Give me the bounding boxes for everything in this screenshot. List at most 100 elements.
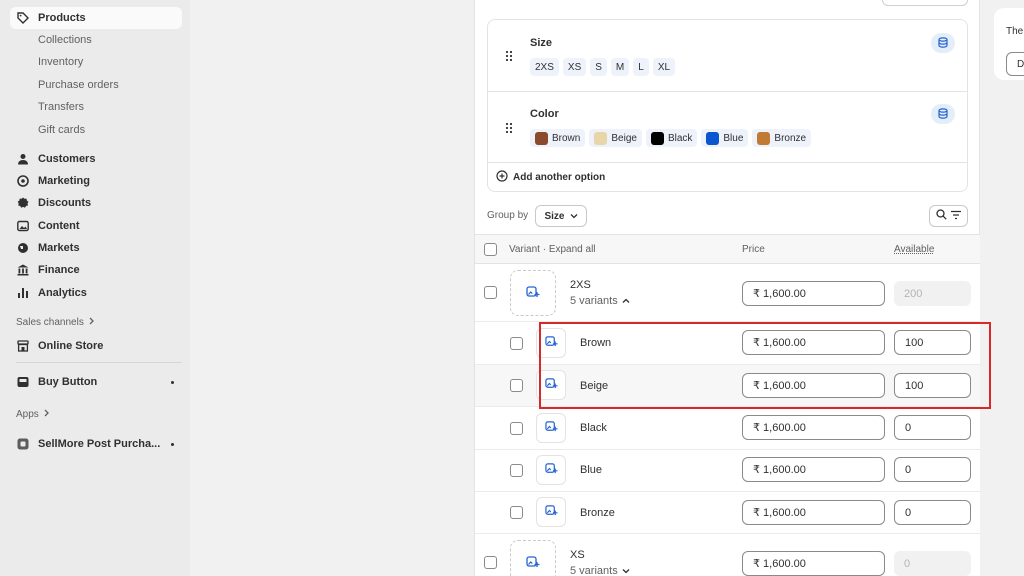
row-checkbox[interactable]: [510, 337, 523, 350]
row-checkbox[interactable]: [484, 286, 497, 299]
size-chip: XS: [562, 58, 587, 76]
sales-channels-label: Sales channels: [16, 317, 84, 328]
expand-toggle[interactable]: 5 variants: [570, 565, 630, 576]
color-chip: Beige: [589, 129, 642, 147]
sidebar-sub-transfers[interactable]: Transfers: [38, 98, 84, 116]
row-checkbox[interactable]: [510, 464, 523, 477]
price-input[interactable]: ₹ 1,600.00: [742, 457, 885, 482]
group-name: 2XS: [570, 279, 591, 291]
sidebar: Products Collections Inventory Purchase …: [0, 0, 190, 576]
group-by-label: Group by: [487, 210, 529, 221]
color-chip-label: Brown: [552, 132, 581, 144]
right-side-card: The D: [994, 8, 1024, 80]
discount-icon: [16, 196, 30, 210]
highlight-box: [539, 322, 991, 409]
option-color-title: Color: [530, 108, 559, 120]
color-swatch: [757, 131, 771, 145]
row-checkbox[interactable]: [484, 556, 497, 569]
sidebar-item-label: Online Store: [38, 340, 104, 352]
available-input: 0: [894, 551, 971, 576]
sidebar-item-analytics[interactable]: Analytics: [10, 282, 182, 304]
price-input[interactable]: ₹ 1,600.00: [742, 281, 885, 306]
add-image-button[interactable]: [536, 497, 566, 527]
sidebar-sub-collections[interactable]: Collections: [38, 31, 92, 49]
apps-heading[interactable]: Apps: [16, 409, 50, 420]
right-card-input[interactable]: D: [1006, 52, 1024, 76]
sidebar-item-online-store[interactable]: Online Store: [10, 335, 182, 357]
sidebar-item-sellmore[interactable]: SellMore Post Purcha...: [10, 433, 182, 455]
sidebar-item-products[interactable]: Products: [10, 7, 182, 29]
app-icon: [16, 437, 30, 451]
sidebar-item-marketing[interactable]: Marketing: [10, 170, 182, 192]
globe-icon: [16, 241, 30, 255]
variant-row[interactable]: Black ₹ 1,600.00 0: [475, 407, 980, 450]
expand-toggle[interactable]: 5 variants: [570, 295, 630, 307]
sidebar-item-finance[interactable]: Finance: [10, 259, 182, 281]
row-checkbox[interactable]: [510, 506, 523, 519]
price-input[interactable]: ₹ 1,600.00: [742, 500, 885, 525]
variant-count: 5 variants: [570, 295, 618, 307]
add-image-button[interactable]: [536, 413, 566, 443]
drag-handle-icon[interactable]: [505, 122, 513, 134]
group-by-select[interactable]: Size: [535, 205, 587, 227]
sidebar-item-label: Products: [38, 12, 86, 24]
option-divider: [488, 162, 967, 163]
color-chip: Blue: [701, 129, 749, 147]
sidebar-item-label: Customers: [38, 153, 96, 165]
sidebar-sub-purchase-orders[interactable]: Purchase orders: [38, 76, 119, 94]
price-input[interactable]: ₹ 1,600.00: [742, 415, 885, 440]
price-input[interactable]: ₹ 1,600.00: [742, 551, 885, 576]
drag-handle-icon[interactable]: [505, 50, 513, 62]
option-color-values[interactable]: Brown Beige Black Blue Bronze: [530, 129, 812, 147]
dot-indicator: [171, 442, 174, 446]
sidebar-item-label: Marketing: [38, 175, 90, 187]
database-icon[interactable]: [931, 104, 955, 124]
add-image-button[interactable]: [510, 540, 556, 576]
search-filter-button[interactable]: [929, 205, 968, 227]
apps-label: Apps: [16, 409, 39, 420]
add-image-icon: [544, 504, 558, 520]
available-column-header: Available: [894, 244, 935, 255]
available-input[interactable]: 0: [894, 457, 971, 482]
add-image-icon: [544, 462, 558, 478]
variant-name: Bronze: [580, 507, 615, 519]
variant-column-header[interactable]: Variant · Expand all: [509, 244, 596, 255]
sidebar-item-customers[interactable]: Customers: [10, 148, 182, 170]
sidebar-item-markets[interactable]: Markets: [10, 237, 182, 259]
app-icon: [16, 375, 30, 389]
add-image-button[interactable]: [510, 270, 556, 316]
size-chip: L: [633, 58, 649, 76]
sidebar-item-discounts[interactable]: Discounts: [10, 192, 182, 214]
sidebar-sub-gift-cards[interactable]: Gift cards: [38, 121, 85, 139]
available-input[interactable]: 0: [894, 500, 971, 525]
available-input: 200: [894, 281, 971, 306]
color-chip-label: Bronze: [774, 132, 807, 144]
group-name: XS: [570, 549, 585, 561]
sidebar-item-buy-button[interactable]: Buy Button: [10, 371, 182, 393]
size-chip: M: [610, 58, 630, 76]
variant-group-row[interactable]: XS 5 variants ₹ 1,600.00 0: [475, 534, 980, 576]
add-another-option-button[interactable]: Add another option: [496, 170, 605, 185]
color-chip: Bronze: [752, 129, 812, 147]
size-chip: XL: [652, 58, 676, 76]
sales-channels-heading[interactable]: Sales channels: [16, 317, 95, 328]
variant-row[interactable]: Blue ₹ 1,600.00 0: [475, 450, 980, 492]
add-image-icon: [526, 285, 540, 302]
sidebar-item-content[interactable]: Content: [10, 215, 182, 237]
sidebar-item-label: SellMore Post Purcha...: [38, 438, 161, 450]
available-input[interactable]: 0: [894, 415, 971, 440]
add-image-icon: [544, 420, 558, 436]
sidebar-item-label: Buy Button: [38, 376, 98, 388]
option-size-values[interactable]: 2XS XS S M L XL: [530, 58, 676, 76]
row-checkbox[interactable]: [510, 422, 523, 435]
variant-row[interactable]: Bronze ₹ 1,600.00 0: [475, 492, 980, 534]
variant-group-row[interactable]: 2XS 5 variants ₹ 1,600.00 200: [475, 264, 980, 322]
row-checkbox[interactable]: [510, 379, 523, 392]
add-image-button[interactable]: [536, 455, 566, 485]
color-swatch: [594, 131, 608, 145]
variant-name: Black: [580, 422, 607, 434]
database-icon[interactable]: [931, 33, 955, 53]
top-action-button[interactable]: [882, 0, 968, 6]
sidebar-sub-inventory[interactable]: Inventory: [38, 53, 83, 71]
select-all-checkbox[interactable]: [484, 243, 497, 256]
